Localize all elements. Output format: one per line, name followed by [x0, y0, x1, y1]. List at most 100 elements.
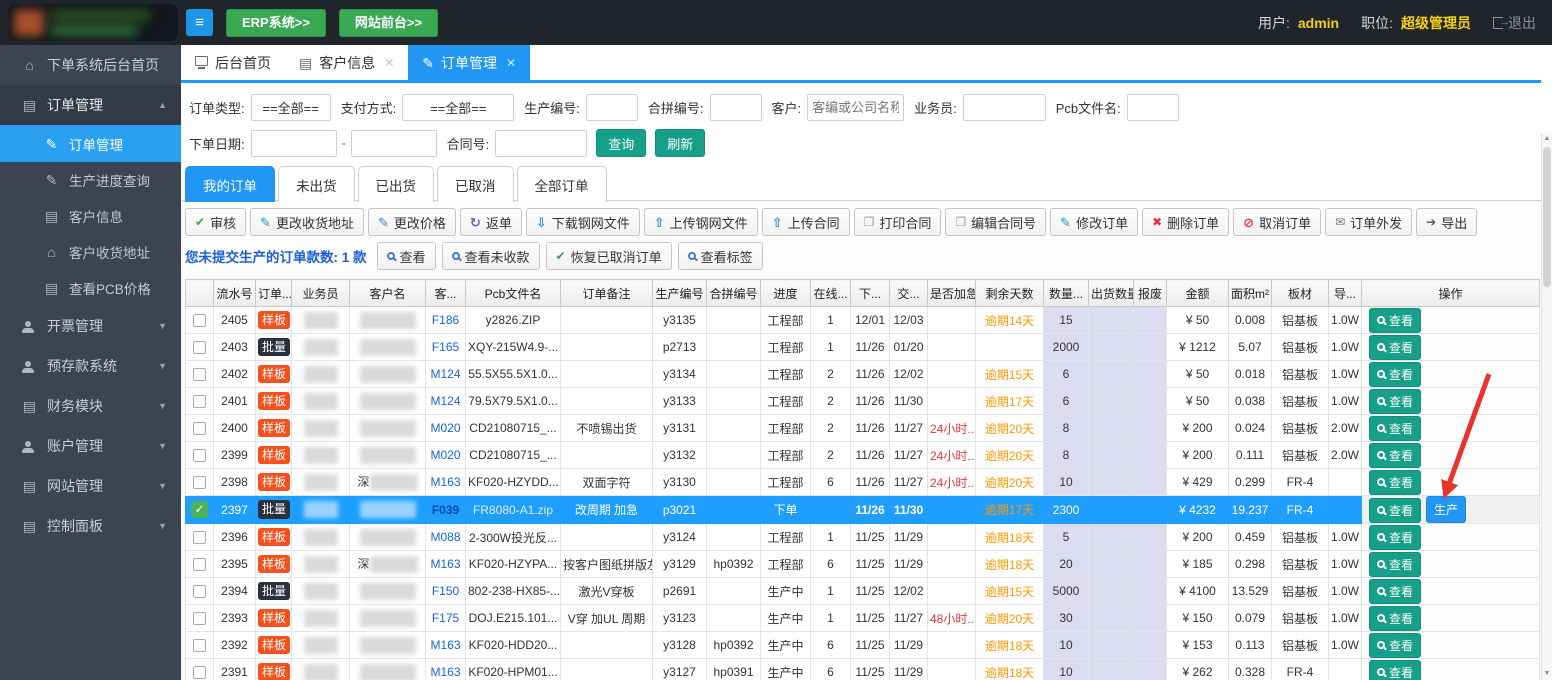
- scrollbar-up-arrow[interactable]: ▲: [1542, 133, 1552, 145]
- table-row[interactable]: 2393样板F175DOJ.E215.101...V穿 加UL 周期y3123生…: [186, 605, 1540, 632]
- row-checkbox[interactable]: [193, 585, 206, 598]
- table-row[interactable]: 2395样板深M163KF020-HZYPA...按客户图纸拼版左...y312…: [186, 551, 1540, 578]
- print-contract-button[interactable]: ❐打印合同: [854, 208, 942, 236]
- customer-code-link[interactable]: F039: [432, 503, 459, 517]
- filter-prod-no-input[interactable]: [586, 94, 638, 121]
- filter-group-no-input[interactable]: [710, 94, 762, 121]
- search-button[interactable]: 查询: [596, 129, 646, 157]
- logout-button[interactable]: 退出: [1493, 13, 1536, 33]
- sidebar-item-website-mgmt[interactable]: ▤网站管理▼: [0, 466, 181, 506]
- row-checkbox[interactable]: [193, 341, 206, 354]
- order-tab-cancelled[interactable]: 已取消: [437, 166, 514, 202]
- view-button[interactable]: 查看: [1369, 335, 1421, 360]
- customer-code-link[interactable]: M163: [430, 557, 460, 571]
- filter-date-to-input[interactable]: [351, 130, 437, 157]
- row-checkbox[interactable]: [193, 314, 206, 327]
- sidebar-item-account-mgmt[interactable]: 账户管理▼: [0, 426, 181, 466]
- row-checkbox[interactable]: [193, 558, 206, 571]
- reorder-button[interactable]: ↻返单: [460, 208, 522, 236]
- row-checkbox[interactable]: [193, 531, 206, 544]
- table-row[interactable]: 2399样板M020CD21080715_...y3132工程部211/2611…: [186, 442, 1540, 469]
- table-row[interactable]: 2401样板M12479.5X79.5X1.0...y3133工程部211/26…: [186, 388, 1540, 415]
- order-tab-all-orders[interactable]: 全部订单: [517, 166, 607, 202]
- sidebar-item-order-mgmt[interactable]: ✎订单管理: [0, 125, 181, 162]
- sidebar-item-shipping-address[interactable]: ⌂客户收货地址: [0, 234, 181, 270]
- site-front-button[interactable]: 网站前台>>: [339, 9, 438, 37]
- view-button[interactable]: 查看: [1369, 362, 1421, 387]
- scrollbar-thumb[interactable]: [1543, 147, 1551, 287]
- restore-cancel-button[interactable]: ✔恢复已取消订单: [546, 242, 672, 270]
- order-tab-my-orders[interactable]: 我的订单: [185, 166, 275, 202]
- erp-system-button[interactable]: ERP系统>>: [226, 9, 326, 37]
- filter-pcb-file-input[interactable]: [1127, 94, 1179, 121]
- row-checkbox[interactable]: [193, 666, 206, 679]
- view-button[interactable]: 查看: [1369, 660, 1421, 680]
- view-button[interactable]: 查看: [1369, 470, 1421, 495]
- sidebar-item-home[interactable]: ⌂下单系统后台首页: [0, 45, 181, 85]
- upload-contract-button[interactable]: ⇧上传合同: [762, 208, 850, 236]
- filter-pay-method-select[interactable]: ==全部==: [402, 94, 514, 121]
- table-row[interactable]: 2403批量F165XQY-215W4.9-...p2713工程部111/260…: [186, 334, 1540, 361]
- row-checkbox[interactable]: [193, 612, 206, 625]
- filter-date-from-input[interactable]: [251, 130, 337, 157]
- table-row[interactable]: 2405样板F186y2826.ZIPy3135工程部112/0112/03逾期…: [186, 307, 1540, 334]
- main-scrollbar[interactable]: ▲ ▼: [1541, 133, 1552, 680]
- refresh-button[interactable]: 刷新: [655, 129, 705, 157]
- upload-stencil-button[interactable]: ⇧上传钢网文件: [644, 208, 758, 236]
- customer-code-link[interactable]: M088: [430, 530, 460, 544]
- view-button[interactable]: 查看: [1369, 579, 1421, 604]
- sidebar-item-order-mgmt-group[interactable]: ▤订单管理▲: [0, 85, 181, 125]
- tab-home[interactable]: 后台首页: [181, 45, 285, 80]
- customer-code-link[interactable]: M124: [430, 367, 460, 381]
- view-button[interactable]: 查看: [1369, 308, 1421, 333]
- close-icon[interactable]: ✕: [506, 56, 516, 70]
- view-button[interactable]: 查看: [1369, 498, 1421, 523]
- customer-code-link[interactable]: M163: [430, 665, 460, 679]
- view-button[interactable]: 查看: [1369, 525, 1421, 550]
- row-checkbox[interactable]: ✓: [191, 501, 208, 518]
- customer-code-link[interactable]: F150: [432, 584, 459, 598]
- view-button[interactable]: 查看: [1369, 443, 1421, 468]
- row-checkbox[interactable]: [193, 368, 206, 381]
- sidebar-item-production-progress[interactable]: ✎生产进度查询: [0, 162, 181, 198]
- download-stencil-button[interactable]: ⇩下载钢网文件: [526, 208, 640, 236]
- customer-code-link[interactable]: M163: [430, 475, 460, 489]
- customer-code-link[interactable]: F165: [432, 340, 459, 354]
- customer-code-link[interactable]: M020: [430, 448, 460, 462]
- scrollbar-down-arrow[interactable]: ▼: [1542, 668, 1552, 680]
- view-button[interactable]: 查看: [1369, 389, 1421, 414]
- view-unpaid-button[interactable]: 查看未收款: [442, 242, 540, 270]
- filter-contract-no-input[interactable]: [495, 130, 587, 157]
- table-row[interactable]: 2396样板M0882-300W投光反...y3124工程部111/2511/2…: [186, 524, 1540, 551]
- row-checkbox[interactable]: [193, 422, 206, 435]
- row-checkbox[interactable]: [193, 449, 206, 462]
- view-button[interactable]: 查看: [1369, 633, 1421, 658]
- sidebar-item-invoice-mgmt[interactable]: 开票管理▼: [0, 306, 181, 346]
- view-button[interactable]: 查看: [1369, 552, 1421, 577]
- order-tab-shipped[interactable]: 已出货: [358, 166, 435, 202]
- row-checkbox[interactable]: [193, 476, 206, 489]
- customer-code-link[interactable]: F186: [432, 313, 459, 327]
- export-button[interactable]: ➔导出: [1416, 208, 1477, 236]
- delete-order-button[interactable]: ✖删除订单: [1142, 208, 1229, 236]
- customer-code-link[interactable]: M124: [430, 394, 460, 408]
- sidebar-item-deposit-system[interactable]: 预存款系统▼: [0, 346, 181, 386]
- order-tab-unshipped[interactable]: 未出货: [278, 166, 355, 202]
- close-icon[interactable]: ✕: [384, 56, 394, 70]
- change-address-button[interactable]: ✎更改收货地址: [250, 208, 364, 236]
- audit-button[interactable]: ✔审核: [185, 208, 246, 236]
- view-button[interactable]: 查看: [377, 242, 436, 270]
- customer-code-link[interactable]: M163: [430, 638, 460, 652]
- table-row[interactable]: 2392样板M163KF020-HDD20...y3128hp0392生产中61…: [186, 632, 1540, 659]
- table-row[interactable]: 2391样板M163KF020-HPM01...y3127hp0391生产中61…: [186, 659, 1540, 680]
- row-checkbox[interactable]: [193, 639, 206, 652]
- sidebar-item-pcb-price[interactable]: ▤查看PCB价格: [0, 270, 181, 306]
- table-row[interactable]: 2398样板深M163KF020-HZYDD...双面字符y3130工程部611…: [186, 469, 1540, 496]
- view-button[interactable]: 查看: [1369, 606, 1421, 631]
- table-row[interactable]: 2402样板M12455.5X55.5X1.0...y3134工程部211/26…: [186, 361, 1540, 388]
- filter-salesman-input[interactable]: [963, 94, 1046, 121]
- sidebar-item-customer-info[interactable]: ▤客户信息: [0, 198, 181, 234]
- filter-order-type-select[interactable]: ==全部==: [251, 94, 331, 121]
- view-button[interactable]: 查看: [1369, 416, 1421, 441]
- tab-customer-info[interactable]: ▤客户信息✕: [285, 45, 408, 80]
